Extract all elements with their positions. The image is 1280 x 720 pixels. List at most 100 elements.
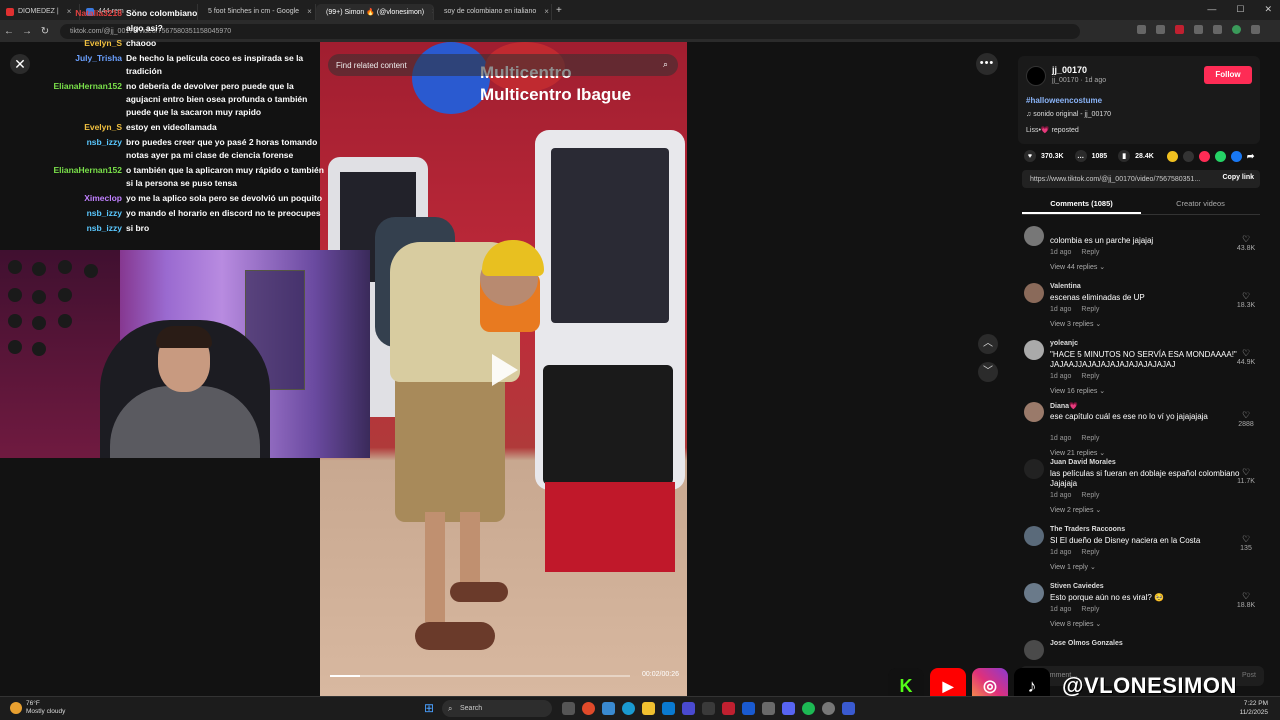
heart-icon[interactable]: ♡ bbox=[1232, 467, 1260, 478]
reply-button[interactable]: Reply bbox=[1081, 249, 1099, 256]
reply-button[interactable]: Reply bbox=[1081, 435, 1099, 442]
comment-like[interactable]: ♡ 18.8K bbox=[1232, 591, 1260, 609]
coin-icon[interactable] bbox=[1166, 150, 1178, 162]
chrome-icon[interactable] bbox=[582, 702, 595, 715]
avatar[interactable] bbox=[1024, 640, 1044, 660]
facebook-icon[interactable] bbox=[1230, 150, 1242, 162]
tiktok-video-player[interactable]: Multicentro Multicentro Ibague Find rela… bbox=[320, 42, 687, 696]
embed-icon[interactable] bbox=[1182, 150, 1194, 162]
comment-author[interactable]: Diana💗 bbox=[1050, 402, 1078, 410]
hashtag-link[interactable]: #halloweencostume bbox=[1026, 96, 1102, 105]
minimize-button[interactable]: — bbox=[1207, 4, 1216, 15]
search-icon[interactable]: ⌕ bbox=[663, 59, 668, 70]
chat-username[interactable]: nsb_izzy bbox=[0, 207, 126, 220]
reply-button[interactable]: Reply bbox=[1081, 549, 1099, 556]
chevron-up-icon[interactable]: ︿ bbox=[978, 334, 998, 354]
find-related-search[interactable]: Find related content ⌕ bbox=[328, 54, 678, 76]
share-arrow-icon[interactable]: ➦ bbox=[1247, 151, 1255, 162]
comment-like[interactable]: ♡ 11.7K bbox=[1232, 467, 1260, 485]
post-button[interactable]: Post bbox=[1242, 666, 1256, 686]
view-replies-button[interactable]: View 44 replies ⌄ bbox=[1050, 263, 1105, 271]
comment-author[interactable]: yoleanjc bbox=[1050, 340, 1078, 347]
comment-like[interactable]: ♡ 44.9K bbox=[1232, 348, 1260, 366]
avatar[interactable] bbox=[1024, 226, 1044, 246]
close-tab-icon[interactable]: × bbox=[544, 7, 549, 16]
browser-tab[interactable]: (99+) Simon 🔥 (@vlonesimon)× bbox=[316, 3, 434, 20]
chat-username[interactable]: Ximeclop bbox=[0, 192, 126, 205]
chat-username[interactable]: ElianaHernan152 bbox=[0, 80, 126, 119]
avatar[interactable] bbox=[1024, 340, 1044, 360]
avatar[interactable] bbox=[1024, 526, 1044, 546]
close-icon[interactable]: ✕ bbox=[10, 54, 30, 74]
view-replies-button[interactable]: View 2 replies ⌄ bbox=[1050, 506, 1101, 514]
heart-icon[interactable]: ♡ bbox=[1232, 348, 1260, 359]
view-replies-button[interactable]: View 21 replies ⌄ bbox=[1050, 449, 1105, 457]
view-replies-button[interactable]: View 16 replies ⌄ bbox=[1050, 387, 1105, 395]
chat-username[interactable]: Evelyn_S bbox=[0, 121, 126, 134]
comment-icon[interactable]: … bbox=[1074, 150, 1087, 162]
author-name[interactable]: jj_00170 bbox=[1052, 65, 1087, 75]
system-tray-clock[interactable]: 7:22 PM 11/2/2025 bbox=[1240, 699, 1268, 717]
split-view-icon[interactable] bbox=[1213, 25, 1222, 34]
new-tab-button[interactable]: + bbox=[556, 5, 562, 16]
windows-start-icon[interactable]: ⊞ bbox=[424, 702, 437, 715]
view-replies-button[interactable]: View 8 replies ⌄ bbox=[1050, 620, 1101, 628]
heart-icon[interactable]: ♡ bbox=[1232, 410, 1260, 421]
heart-icon[interactable]: ♥ bbox=[1024, 150, 1036, 162]
bookmark-icon[interactable]: ▮ bbox=[1118, 150, 1131, 162]
comment-author[interactable]: The Traders Raccoons bbox=[1050, 526, 1125, 533]
chevron-down-icon[interactable]: ﹀ bbox=[978, 362, 998, 382]
comment-author[interactable]: Valentina bbox=[1050, 283, 1081, 290]
heart-icon[interactable]: ♡ bbox=[1232, 234, 1260, 245]
whatsapp-icon[interactable] bbox=[1214, 150, 1226, 162]
extensions-puzzle-icon[interactable] bbox=[1194, 25, 1203, 34]
sound-link[interactable]: ♫ sonido original - jj_00170 bbox=[1026, 111, 1111, 118]
reply-button[interactable]: Reply bbox=[1081, 306, 1099, 313]
maximize-button[interactable]: ☐ bbox=[1236, 4, 1244, 15]
comment-like[interactable]: ♡ 43.8K bbox=[1232, 234, 1260, 252]
heart-icon[interactable]: ♡ bbox=[1232, 534, 1260, 545]
app-icon[interactable] bbox=[842, 702, 855, 715]
follow-button[interactable]: Follow bbox=[1204, 66, 1252, 84]
avatar[interactable] bbox=[1024, 583, 1044, 603]
spotify-icon[interactable] bbox=[802, 702, 815, 715]
avatar[interactable] bbox=[1024, 459, 1044, 479]
heart-icon[interactable]: ♡ bbox=[1232, 591, 1260, 602]
extension-icon[interactable] bbox=[1175, 25, 1184, 34]
install-icon[interactable] bbox=[1137, 25, 1146, 34]
close-window-button[interactable]: ✕ bbox=[1264, 4, 1272, 15]
comment-like[interactable]: ♡ 2888 bbox=[1232, 410, 1260, 428]
avatar[interactable] bbox=[1024, 402, 1044, 422]
tab-creator-videos[interactable]: Creator videos bbox=[1141, 195, 1260, 214]
video-progress-bar[interactable] bbox=[330, 675, 630, 677]
app-icon[interactable] bbox=[762, 702, 775, 715]
chat-username[interactable]: Natalia3218 bbox=[0, 7, 126, 20]
avatar[interactable] bbox=[1024, 283, 1044, 303]
comment-author[interactable]: Jose Olmos Gonzales bbox=[1050, 640, 1123, 647]
weather-widget[interactable]: 76°F Mostly cloudy bbox=[10, 700, 65, 716]
browser-tab[interactable]: soy de colombiano en italiano × bbox=[434, 3, 552, 20]
comment-author[interactable]: Stiven Caviedes bbox=[1050, 583, 1104, 590]
menu-dots-icon[interactable] bbox=[1251, 25, 1260, 34]
reply-button[interactable]: Reply bbox=[1081, 606, 1099, 613]
heart-icon[interactable]: ♡ bbox=[1232, 291, 1260, 302]
comment-author[interactable]: Juan David Morales bbox=[1050, 459, 1116, 466]
discord-icon[interactable] bbox=[782, 702, 795, 715]
profile-avatar[interactable] bbox=[1232, 25, 1241, 34]
chat-username[interactable]: Evelyn_S bbox=[0, 37, 126, 50]
share-url[interactable]: https://www.tiktok.com/@jj_00170/video/7… bbox=[1030, 176, 1200, 183]
taskbar-search[interactable]: ⌕ Search bbox=[442, 700, 552, 717]
store-icon[interactable] bbox=[682, 702, 695, 715]
bookmark-star-icon[interactable] bbox=[1156, 25, 1165, 34]
edge-icon[interactable] bbox=[622, 702, 635, 715]
send-icon[interactable] bbox=[1198, 150, 1210, 162]
more-options-icon[interactable]: ••• bbox=[976, 53, 998, 75]
view-replies-button[interactable]: View 3 replies ⌄ bbox=[1050, 320, 1101, 328]
app-icon[interactable] bbox=[742, 702, 755, 715]
chat-username[interactable]: nsb_izzy bbox=[0, 222, 126, 235]
chat-username[interactable]: ElianaHernan152 bbox=[0, 164, 126, 190]
outlook-icon[interactable] bbox=[662, 702, 675, 715]
copy-link-button[interactable]: Copy link bbox=[1222, 174, 1254, 181]
task-view-icon[interactable] bbox=[562, 702, 575, 715]
view-replies-button[interactable]: View 1 reply ⌄ bbox=[1050, 563, 1096, 571]
